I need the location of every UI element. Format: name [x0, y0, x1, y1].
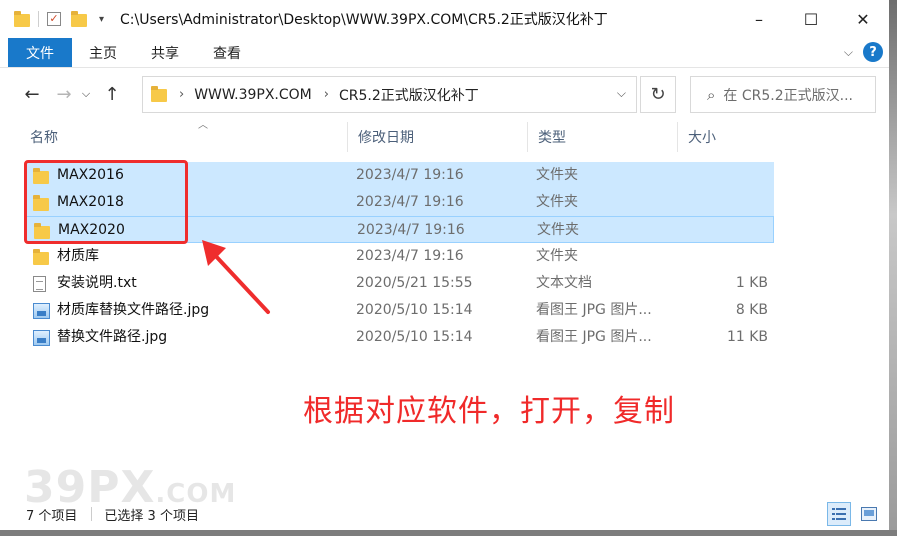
file-name: 材质库替换文件路径.jpg	[57, 302, 210, 318]
highlight-box	[24, 160, 188, 244]
file-date: 2023/4/7 19:16	[356, 194, 464, 210]
details-view-icon	[832, 508, 846, 520]
status-bar: 7 个项目 已选择 3 个项目	[0, 500, 889, 528]
address-folder-icon	[151, 86, 167, 102]
new-folder-icon[interactable]	[71, 10, 87, 27]
navigation-bar: ← → ⌵ ↑ › WWW.39PX.COM › CR5.2正式版汉化补丁 ⌵ …	[0, 74, 889, 114]
file-date: 2020/5/10 15:14	[356, 302, 473, 318]
breadcrumb-chevron-icon[interactable]: ›	[179, 87, 184, 102]
file-name: 材质库	[57, 248, 99, 264]
desktop-background-edge	[889, 0, 897, 536]
txt-file-icon	[33, 275, 46, 292]
file-type: 看图王 JPG 图片...	[536, 302, 652, 318]
back-arrow-icon[interactable]: ←	[18, 84, 46, 105]
properties-checkbox-icon[interactable]: ✓	[47, 12, 61, 26]
window-controls: – ☐ ✕	[733, 0, 889, 38]
breadcrumb-current-folder[interactable]: CR5.2正式版汉化补丁	[339, 85, 479, 105]
view-buttons	[827, 502, 881, 526]
file-date: 2020/5/10 15:14	[356, 329, 473, 345]
breadcrumb-chevron-icon[interactable]: ›	[324, 87, 329, 102]
breadcrumb-39px[interactable]: WWW.39PX.COM	[194, 87, 312, 103]
annotation-arrow	[202, 240, 270, 314]
column-header-type[interactable]: 类型	[528, 122, 678, 152]
file-type: 文件夹	[536, 167, 578, 183]
quick-access-toolbar: ✓ ▾	[0, 0, 104, 38]
file-type: 文件夹	[536, 194, 578, 210]
refresh-icon: ↻	[650, 84, 666, 105]
tab-view[interactable]: 查看	[196, 38, 258, 67]
tab-file[interactable]: 文件	[8, 38, 72, 67]
file-date: 2020/5/21 15:55	[356, 275, 473, 291]
image-file-icon	[33, 329, 50, 346]
file-row[interactable]: 材质库替换文件路径.jpg 2020/5/10 15:14 看图王 JPG 图片…	[25, 297, 774, 324]
folder-icon	[33, 248, 49, 265]
file-size: 8 KB	[735, 302, 768, 318]
customize-dropdown-icon[interactable]: ▾	[99, 14, 104, 25]
column-header-size[interactable]: 大小	[678, 122, 778, 152]
ribbon-tabs: 文件 主页 共享 查看 ⌵ ?	[0, 38, 889, 68]
status-separator	[91, 507, 93, 521]
file-date: 2023/4/7 19:16	[356, 248, 464, 264]
close-button[interactable]: ✕	[837, 0, 889, 38]
file-row[interactable]: 替换文件路径.jpg 2020/5/10 15:14 看图王 JPG 图片...…	[25, 324, 774, 351]
column-header-name[interactable]: 名称	[20, 122, 348, 152]
forward-arrow-icon[interactable]: →	[50, 84, 78, 105]
column-header-date[interactable]: 修改日期	[348, 122, 528, 152]
file-date: 2023/4/7 19:16	[357, 222, 465, 238]
search-input[interactable]: 在 CR5.2正式版汉...	[723, 85, 859, 105]
file-date: 2023/4/7 19:16	[356, 167, 464, 183]
expand-ribbon-icon[interactable]: ⌵	[844, 45, 853, 60]
title-bar: ✓ ▾ C:\Users\Administrator\Desktop\WWW.3…	[0, 0, 889, 38]
tab-home[interactable]: 主页	[72, 38, 134, 67]
file-name: 安装说明.txt	[57, 275, 137, 291]
column-headers: ︿ 名称 修改日期 类型 大小	[20, 120, 780, 152]
annotation-text: 根据对应软件，打开，复制	[303, 394, 675, 429]
explorer-window: ✓ ▾ C:\Users\Administrator\Desktop\WWW.3…	[0, 0, 889, 530]
file-size: 11 KB	[726, 329, 768, 345]
folder-icon	[14, 10, 30, 27]
selected-count: 已选择 3 个项目	[104, 508, 199, 524]
item-count: 7 个项目	[26, 508, 78, 524]
file-type: 文件夹	[536, 248, 578, 264]
details-view-button[interactable]	[827, 502, 851, 526]
file-type: 文件夹	[537, 222, 579, 238]
recent-locations-chevron-icon[interactable]: ⌵	[78, 87, 94, 101]
address-dropdown-icon[interactable]: ⌵	[617, 86, 626, 101]
toolbar-separator	[38, 11, 39, 27]
search-icon: ⌕	[707, 85, 716, 104]
file-type: 文本文档	[536, 275, 592, 291]
up-arrow-icon[interactable]: ↑	[98, 84, 126, 105]
desktop-background-bottom	[0, 530, 897, 536]
large-icons-view-icon	[861, 507, 877, 521]
minimize-button[interactable]: –	[733, 0, 785, 38]
file-row[interactable]: 安装说明.txt 2020/5/21 15:55 文本文档 1 KB	[25, 270, 774, 297]
file-row[interactable]: 材质库 2023/4/7 19:16 文件夹	[25, 243, 774, 270]
maximize-button[interactable]: ☐	[785, 0, 837, 38]
tab-share[interactable]: 共享	[134, 38, 196, 67]
image-file-icon	[33, 302, 50, 319]
file-name: 替换文件路径.jpg	[57, 329, 168, 345]
window-title: C:\Users\Administrator\Desktop\WWW.39PX.…	[120, 12, 608, 28]
ribbon-right: ⌵ ?	[844, 42, 883, 62]
search-box[interactable]: ⌕ 在 CR5.2正式版汉...	[690, 76, 876, 113]
large-icons-view-button[interactable]	[857, 502, 881, 526]
address-bar[interactable]: › WWW.39PX.COM › CR5.2正式版汉化补丁 ⌵	[142, 76, 637, 113]
help-icon[interactable]: ?	[863, 42, 883, 62]
refresh-button[interactable]: ↻	[640, 76, 676, 113]
file-type: 看图王 JPG 图片...	[536, 329, 652, 345]
file-size: 1 KB	[735, 275, 768, 291]
